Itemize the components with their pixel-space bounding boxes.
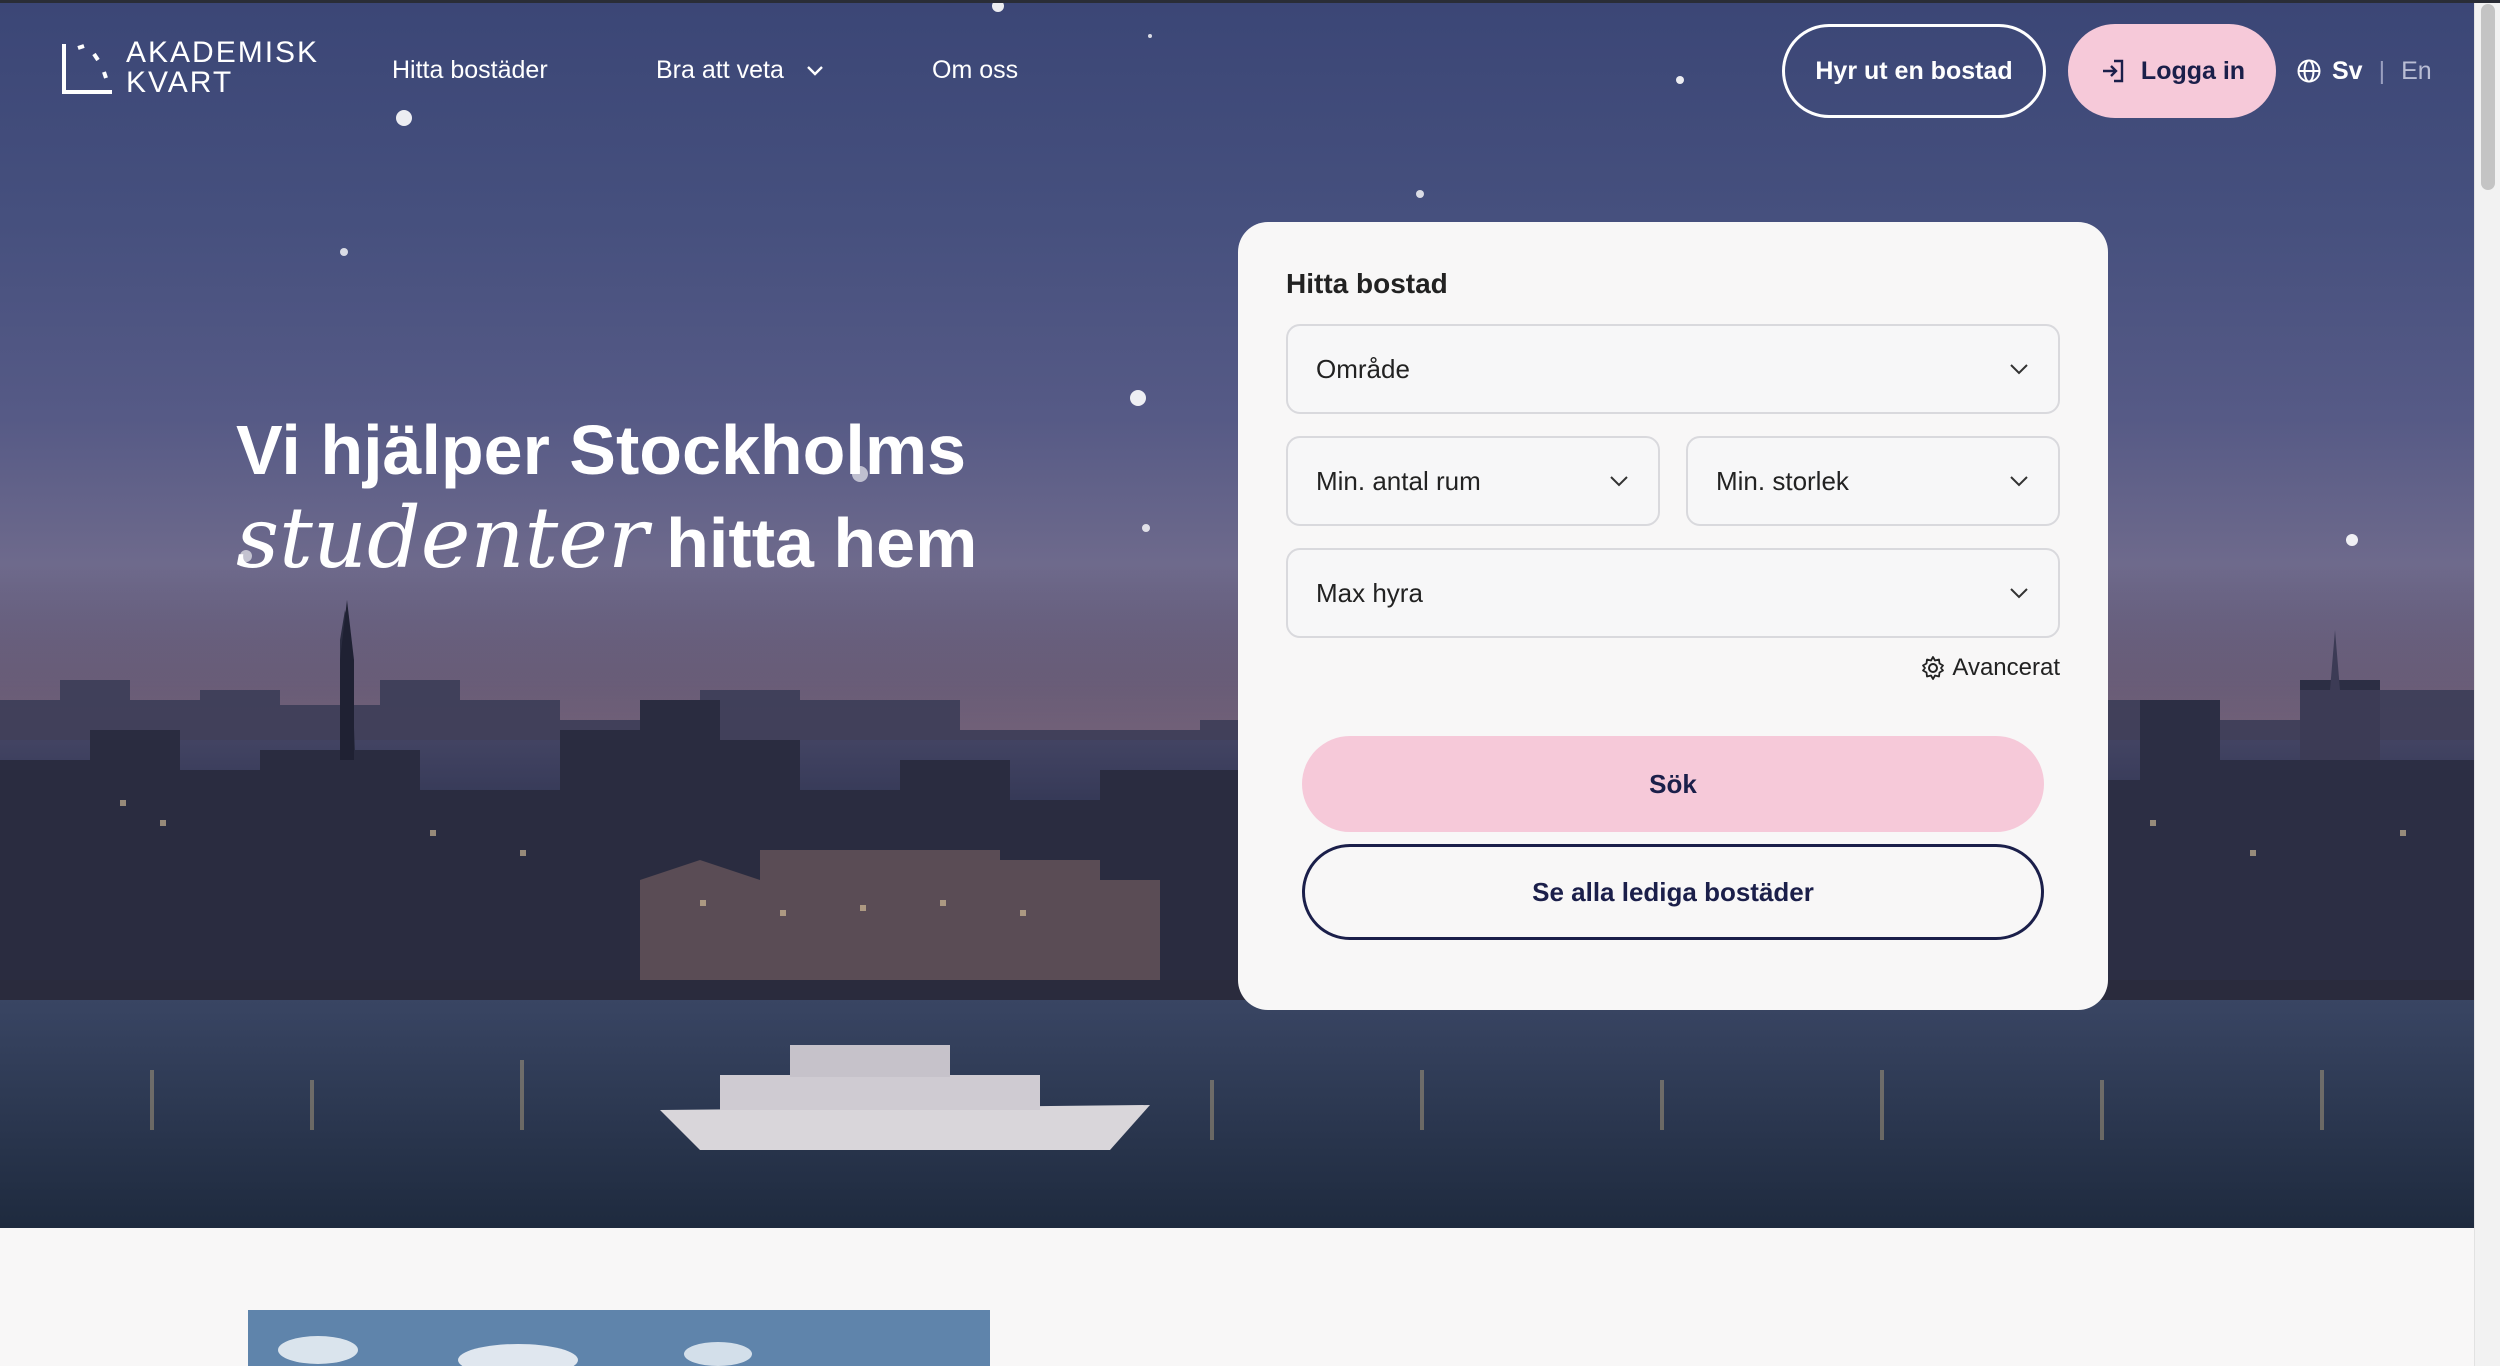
min-size-select[interactable]: Min. storlek bbox=[1686, 436, 2060, 526]
logo-wordmark: AKADEMISK KVART bbox=[126, 38, 319, 98]
logo-line-1: AKADEMISK bbox=[126, 36, 320, 69]
max-rent-label: Max hyra bbox=[1316, 577, 1423, 608]
search-card-title: Hitta bostad bbox=[1286, 268, 1448, 299]
rent-out-button[interactable]: Hyr ut en bostad bbox=[1782, 24, 2046, 118]
headline-line-1: Vi hjälper Stockholms bbox=[236, 411, 967, 489]
hero-section: AKADEMISK KVART Hitta bostäder Bra att v… bbox=[0, 0, 2474, 1228]
akademisk-kvart-logo-icon bbox=[62, 44, 112, 94]
language-en[interactable]: En bbox=[2401, 57, 2432, 86]
search-card: Hitta bostad Område Min. antal rum Min. … bbox=[1238, 222, 2108, 1010]
site-logo[interactable]: AKADEMISK KVART bbox=[60, 38, 320, 100]
globe-icon bbox=[2297, 59, 2321, 83]
advanced-label: Avancerat bbox=[1952, 654, 2060, 681]
chevron-down-icon bbox=[806, 66, 823, 77]
chevron-down-icon bbox=[1610, 476, 1628, 487]
language-sv[interactable]: Sv bbox=[2332, 57, 2363, 86]
chevron-down-icon bbox=[2010, 588, 2028, 599]
language-switcher: Sv | En bbox=[2296, 54, 2432, 88]
min-size-label: Min. storlek bbox=[1716, 465, 1849, 496]
sky-image bbox=[248, 1310, 990, 1366]
page-scrollbar[interactable] bbox=[2474, 0, 2500, 1366]
nav-om-oss[interactable]: Om oss bbox=[932, 54, 1018, 86]
nav-bra-att-veta-label: Bra att veta bbox=[656, 56, 784, 84]
headline-line-2: studenter hitta hem bbox=[236, 496, 977, 598]
chevron-down-icon bbox=[2010, 364, 2028, 375]
hero-headline: Vi hjälper Stockholms studenter hitta hem bbox=[236, 404, 977, 598]
headline-rest: hitta hem bbox=[666, 504, 978, 582]
teaser-image bbox=[248, 1310, 990, 1366]
min-rooms-label: Min. antal rum bbox=[1316, 465, 1481, 496]
nav-hitta-bostader[interactable]: Hitta bostäder bbox=[392, 54, 548, 86]
content-section bbox=[0, 1228, 2474, 1366]
headline-italic-word: studenter bbox=[236, 489, 649, 587]
area-select[interactable]: Område bbox=[1286, 324, 2060, 414]
chevron-down-icon bbox=[2010, 476, 2028, 487]
gear-icon bbox=[1922, 656, 1945, 680]
window-top-border bbox=[0, 0, 2500, 3]
scrollbar-thumb[interactable] bbox=[2481, 4, 2495, 190]
login-label: Logga in bbox=[2140, 56, 2246, 85]
site-header: AKADEMISK KVART Hitta bostäder Bra att v… bbox=[0, 0, 2474, 142]
max-rent-select[interactable]: Max hyra bbox=[1286, 548, 2060, 638]
login-arrow-icon bbox=[2102, 59, 2124, 83]
page: AKADEMISK KVART Hitta bostäder Bra att v… bbox=[0, 0, 2474, 1366]
search-button[interactable]: Sök bbox=[1302, 736, 2044, 832]
see-all-listings-button[interactable]: Se alla lediga bostäder bbox=[1302, 844, 2044, 940]
language-separator: | bbox=[2378, 56, 2386, 85]
logo-line-2: KVART bbox=[126, 66, 234, 99]
nav-bra-att-veta[interactable]: Bra att veta bbox=[656, 54, 825, 86]
area-select-label: Område bbox=[1316, 353, 1410, 384]
advanced-filter-toggle[interactable]: Avancerat bbox=[1920, 654, 2060, 682]
login-button[interactable]: Logga in bbox=[2068, 24, 2276, 118]
min-rooms-select[interactable]: Min. antal rum bbox=[1286, 436, 1660, 526]
